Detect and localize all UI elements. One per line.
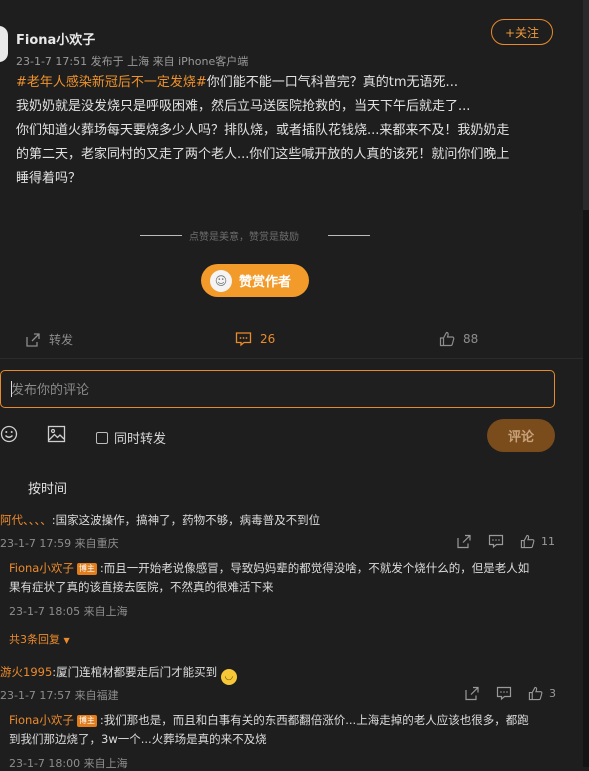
- comment-count: 26: [260, 332, 276, 346]
- divider-left: [140, 235, 182, 236]
- comment-button[interactable]: 26: [235, 331, 275, 347]
- like-count: 88: [463, 332, 479, 346]
- forward-label: 转发: [49, 333, 74, 347]
- post-text-line4: 的第二天，老家同村的又走了两个老人...你们这些喊开放的人真的该死！就问你们晚上: [16, 147, 510, 162]
- submit-comment-button[interactable]: 评论: [487, 419, 555, 452]
- author-badge: 博主: [76, 563, 97, 575]
- reply-user[interactable]: Fiona小欢子: [9, 713, 74, 727]
- reply-item: Fiona小欢子 博主:我们那也是，而且和白事有关的东西都翻倍涨价...上海走掉的…: [9, 711, 554, 749]
- comment-text: :厦门连棺材都要走后门才能买到: [52, 665, 218, 679]
- reply-text-line2: 果有症状了真的该直接去医院，不然真的很难活下来: [9, 580, 274, 594]
- post-text-line5: 睡得着吗？: [16, 171, 82, 186]
- scrollbar-thumb[interactable]: [583, 0, 589, 210]
- submit-label: 评论: [507, 430, 534, 445]
- like-button[interactable]: 88: [439, 331, 478, 347]
- post-body: #老年人感染新冠后不一定发烧#你们能不能一口气科普完？真的tm无语死... 我奶…: [16, 71, 556, 191]
- reply-meta: 23-1-7 18:00 来自上海: [9, 757, 128, 770]
- comment-input[interactable]: [1, 371, 566, 409]
- post-text-line2: 我奶奶就是没发烧只是呼吸困难，然后立马送医院抢救的，当天下午后就走了...: [16, 99, 471, 114]
- follow-button[interactable]: +关注: [491, 19, 553, 45]
- forward-icon: [26, 332, 40, 347]
- reward-author-button[interactable]: ☺ 赞赏作者: [201, 264, 309, 297]
- checkbox-box[interactable]: [96, 431, 108, 444]
- comment-meta: 23-1-7 17:59 来自重庆: [0, 537, 119, 550]
- section-divider: [0, 358, 583, 359]
- emoji-icon[interactable]: [0, 425, 18, 447]
- comment-item: 阿代、、、、:国家这波操作，搞神了，药物不够，病毒普及不到位: [0, 512, 320, 528]
- smile-emoji-icon: ◡: [220, 669, 237, 685]
- post-author[interactable]: Fiona小欢子: [16, 29, 95, 48]
- comment-like-button[interactable]: 11: [520, 534, 555, 549]
- thumb-up-icon: [528, 686, 543, 701]
- reward-label: 赞赏作者: [239, 275, 292, 290]
- reward-avatar-icon: ☺: [210, 269, 232, 292]
- more-replies-link[interactable]: 共3条回复 ▼: [9, 631, 70, 647]
- forward-button[interactable]: 转发: [25, 331, 73, 348]
- image-icon[interactable]: [47, 425, 66, 447]
- share-icon[interactable]: [464, 686, 480, 701]
- reply-text-line2: 到我们那边烧了，3w一个...火葬场是真的来不及烧: [9, 732, 267, 746]
- reward-caption: 点赞是美意，赞赏是鼓励: [189, 232, 299, 243]
- comment-actions: 3: [464, 686, 556, 701]
- reply-text-line1: :而且一开始老说像感冒，导致妈妈辈的都觉得没啥，不就发个烧什么的，但是老人如: [99, 561, 530, 575]
- comment-icon: [235, 332, 252, 347]
- comment-like-count: 3: [549, 687, 556, 700]
- reply-icon[interactable]: [488, 534, 504, 549]
- post-text-line1: 你们能不能一口气科普完？真的tm无语死...: [206, 75, 458, 90]
- thumb-up-icon: [439, 331, 455, 347]
- reply-meta: 23-1-7 18:05 来自上海: [9, 605, 128, 618]
- avatar[interactable]: [0, 26, 8, 62]
- more-replies-label: 共3条回复: [9, 633, 60, 646]
- comment-like-button[interactable]: 3: [528, 686, 556, 701]
- scrollbar[interactable]: [583, 0, 589, 767]
- comment-input-box[interactable]: [0, 370, 566, 409]
- post-meta: 23-1-7 17:51 发布于 上海 来自 iPhone客户端: [16, 55, 249, 68]
- comment-user[interactable]: 阿代、、、、: [0, 513, 52, 527]
- reply-item: Fiona小欢子 博主:而且一开始老说像感冒，导致妈妈辈的都觉得没啥，不就发个烧什…: [9, 559, 554, 597]
- post-text-line3: 你们知道火葬场每天要烧多少人吗？排队烧，或者插队花钱烧...来都来不及！我奶奶走: [16, 123, 510, 138]
- thumb-up-icon: [520, 534, 535, 549]
- comment-item: 游火1995:厦门连棺材都要走后门才能买到 ◡: [0, 664, 237, 685]
- comment-actions: 11: [456, 534, 555, 549]
- comment-user[interactable]: 游火1995: [0, 665, 52, 679]
- comment-meta: 23-1-7 17:57 来自福建: [0, 689, 119, 702]
- also-forward-label: 同时转发: [114, 432, 167, 447]
- share-icon[interactable]: [456, 534, 472, 549]
- reply-icon[interactable]: [496, 686, 512, 701]
- reply-user[interactable]: Fiona小欢子: [9, 561, 74, 575]
- post-hashtag[interactable]: #老年人感染新冠后不一定发烧#: [16, 75, 207, 90]
- comment-like-count: 11: [541, 535, 555, 548]
- follow-label: +关注: [504, 25, 540, 40]
- also-forward-checkbox[interactable]: 同时转发: [96, 428, 166, 447]
- caret-down-icon: ▼: [63, 636, 70, 645]
- author-badge: 博主: [76, 715, 97, 727]
- sort-by-time[interactable]: 按时间: [28, 478, 67, 497]
- text-caret: [11, 381, 12, 397]
- comment-text: :国家这波操作，搞神了，药物不够，病毒普及不到位: [51, 513, 321, 527]
- reply-text-line1: :我们那也是，而且和白事有关的东西都翻倍涨价...上海走掉的老人应该也很多，都跑: [99, 713, 529, 727]
- divider-right: [328, 235, 370, 236]
